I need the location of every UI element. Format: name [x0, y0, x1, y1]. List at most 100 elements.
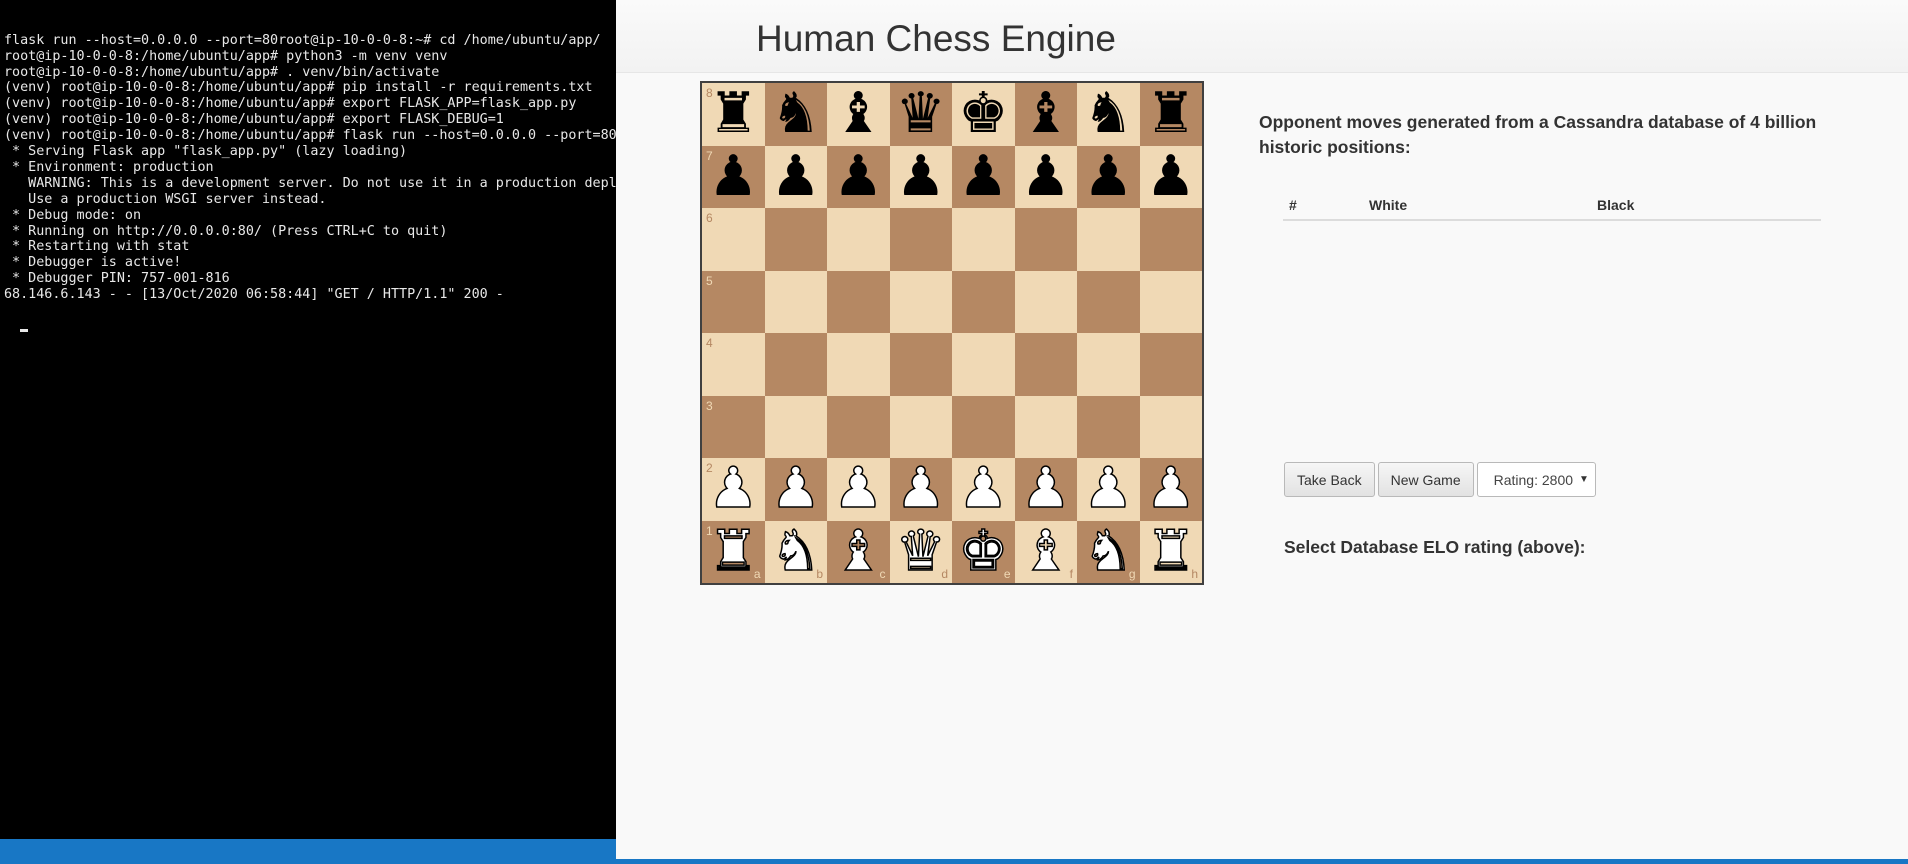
square-d4[interactable]: [889, 333, 952, 396]
square-a7[interactable]: 7 ♟: [702, 145, 765, 208]
black-king-piece[interactable]: ♚: [958, 86, 1008, 142]
white-rook-piece[interactable]: ♜: [707, 523, 759, 581]
square-d3[interactable]: [889, 395, 952, 458]
square-e2[interactable]: ♟: [952, 458, 1015, 521]
square-f7[interactable]: ♟: [1014, 145, 1077, 208]
square-c4[interactable]: [827, 333, 890, 396]
square-c7[interactable]: ♟: [827, 145, 890, 208]
black-rook-piece[interactable]: ♜: [1146, 86, 1196, 142]
square-e5[interactable]: [952, 270, 1015, 333]
square-d6[interactable]: [889, 208, 952, 271]
new-game-button[interactable]: New Game: [1377, 462, 1474, 497]
square-a2[interactable]: 2 ♟: [702, 458, 765, 521]
square-g2[interactable]: ♟: [1077, 458, 1140, 521]
square-h7[interactable]: ♟: [1139, 145, 1202, 208]
square-a6[interactable]: 6: [702, 208, 765, 271]
square-b8[interactable]: ♞: [764, 83, 827, 146]
square-h2[interactable]: ♟: [1139, 458, 1202, 521]
terminal-window[interactable]: flask run --host=0.0.0.0 --port=80root@i…: [0, 0, 616, 839]
white-pawn-piece[interactable]: ♟: [957, 460, 1009, 518]
white-pawn-piece[interactable]: ♟: [832, 460, 884, 518]
white-bishop-piece[interactable]: ♝: [832, 523, 884, 581]
square-f8[interactable]: ♝: [1014, 83, 1077, 146]
black-bishop-piece[interactable]: ♝: [1021, 86, 1071, 142]
white-king-piece[interactable]: ♚: [957, 523, 1009, 581]
square-e1[interactable]: e ♚: [952, 520, 1015, 583]
square-c8[interactable]: ♝: [827, 83, 890, 146]
chess-board[interactable]: 8 ♜ ♞ ♝ ♛ ♚ ♝ ♞ ♜ 7 ♟ ♟ ♟ ♟ ♟ ♟ ♟ ♟ 6 5 4 3 2 ♟ ♟ ♟ ♟ ♟ ♟ ♟ ♟ 1 a ♜ b ♞ c ♝ d ♛…: [700, 81, 1204, 585]
square-g6[interactable]: [1077, 208, 1140, 271]
square-d1[interactable]: d ♛: [889, 520, 952, 583]
take-back-button[interactable]: Take Back: [1284, 462, 1375, 497]
white-queen-piece[interactable]: ♛: [895, 523, 947, 581]
square-g3[interactable]: [1077, 395, 1140, 458]
square-c1[interactable]: c ♝: [827, 520, 890, 583]
square-f4[interactable]: [1014, 333, 1077, 396]
square-h4[interactable]: [1139, 333, 1202, 396]
square-b6[interactable]: [764, 208, 827, 271]
black-pawn-piece[interactable]: ♟: [896, 148, 946, 205]
square-b4[interactable]: [764, 333, 827, 396]
square-g1[interactable]: g ♞: [1077, 520, 1140, 583]
black-knight-piece[interactable]: ♞: [771, 86, 821, 142]
white-rook-piece[interactable]: ♜: [1145, 523, 1197, 581]
square-f6[interactable]: [1014, 208, 1077, 271]
square-h1[interactable]: h ♜: [1139, 520, 1202, 583]
square-h3[interactable]: [1139, 395, 1202, 458]
black-pawn-piece[interactable]: ♟: [1083, 148, 1133, 205]
black-pawn-piece[interactable]: ♟: [1146, 148, 1196, 205]
black-rook-piece[interactable]: ♜: [708, 86, 758, 142]
square-d7[interactable]: ♟: [889, 145, 952, 208]
square-a4[interactable]: 4: [702, 333, 765, 396]
square-b5[interactable]: [764, 270, 827, 333]
square-b3[interactable]: [764, 395, 827, 458]
square-f1[interactable]: f ♝: [1014, 520, 1077, 583]
black-pawn-piece[interactable]: ♟: [708, 148, 758, 205]
square-d5[interactable]: [889, 270, 952, 333]
black-bishop-piece[interactable]: ♝: [833, 86, 883, 142]
black-knight-piece[interactable]: ♞: [1083, 86, 1133, 142]
square-b2[interactable]: ♟: [764, 458, 827, 521]
rating-select[interactable]: Rating: 2800 ▼: [1476, 462, 1596, 497]
square-e8[interactable]: ♚: [952, 83, 1015, 146]
square-g8[interactable]: ♞: [1077, 83, 1140, 146]
square-e6[interactable]: [952, 208, 1015, 271]
square-h6[interactable]: [1139, 208, 1202, 271]
white-pawn-piece[interactable]: ♟: [895, 460, 947, 518]
square-c6[interactable]: [827, 208, 890, 271]
square-a8[interactable]: 8 ♜: [702, 83, 765, 146]
square-b7[interactable]: ♟: [764, 145, 827, 208]
white-pawn-piece[interactable]: ♟: [1020, 460, 1072, 518]
square-g4[interactable]: [1077, 333, 1140, 396]
square-g5[interactable]: [1077, 270, 1140, 333]
square-c3[interactable]: [827, 395, 890, 458]
square-h8[interactable]: ♜: [1139, 83, 1202, 146]
square-b1[interactable]: b ♞: [764, 520, 827, 583]
square-e3[interactable]: [952, 395, 1015, 458]
square-a1[interactable]: 1 a ♜: [702, 520, 765, 583]
white-pawn-piece[interactable]: ♟: [707, 460, 759, 518]
square-c5[interactable]: [827, 270, 890, 333]
square-d2[interactable]: ♟: [889, 458, 952, 521]
square-e4[interactable]: [952, 333, 1015, 396]
square-f5[interactable]: [1014, 270, 1077, 333]
square-g7[interactable]: ♟: [1077, 145, 1140, 208]
white-pawn-piece[interactable]: ♟: [1145, 460, 1197, 518]
square-f2[interactable]: ♟: [1014, 458, 1077, 521]
black-pawn-piece[interactable]: ♟: [958, 148, 1008, 205]
black-pawn-piece[interactable]: ♟: [771, 148, 821, 205]
square-d8[interactable]: ♛: [889, 83, 952, 146]
white-pawn-piece[interactable]: ♟: [770, 460, 822, 518]
white-pawn-piece[interactable]: ♟: [1082, 460, 1134, 518]
white-knight-piece[interactable]: ♞: [1082, 523, 1134, 581]
black-queen-piece[interactable]: ♛: [896, 86, 946, 142]
square-e7[interactable]: ♟: [952, 145, 1015, 208]
square-c2[interactable]: ♟: [827, 458, 890, 521]
black-pawn-piece[interactable]: ♟: [833, 148, 883, 205]
white-bishop-piece[interactable]: ♝: [1020, 523, 1072, 581]
square-a5[interactable]: 5: [702, 270, 765, 333]
black-pawn-piece[interactable]: ♟: [1021, 148, 1071, 205]
white-knight-piece[interactable]: ♞: [770, 523, 822, 581]
square-h5[interactable]: [1139, 270, 1202, 333]
square-a3[interactable]: 3: [702, 395, 765, 458]
